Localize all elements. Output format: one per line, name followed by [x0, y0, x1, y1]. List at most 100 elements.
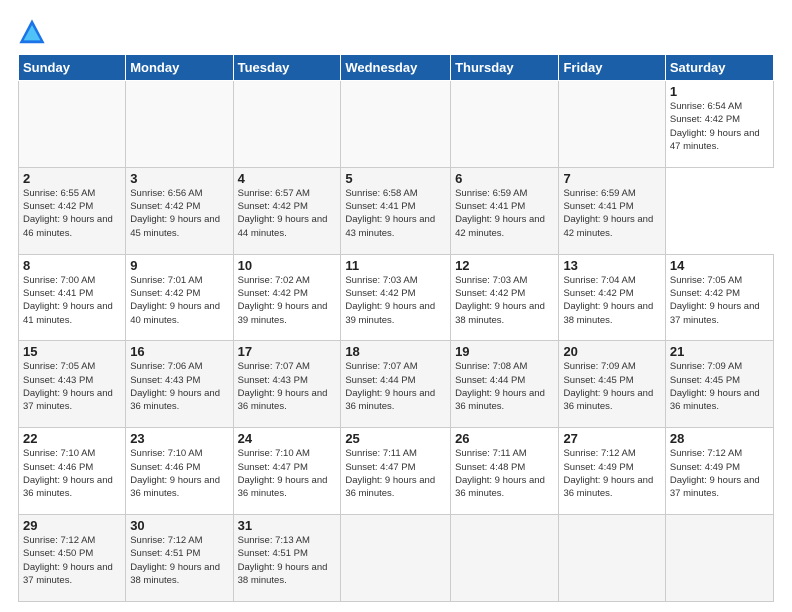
day-number: 17 — [238, 344, 337, 359]
day-info: Sunrise: 6:59 AMSunset: 4:41 PMDaylight:… — [563, 187, 660, 240]
day-cell-22: 22Sunrise: 7:10 AMSunset: 4:46 PMDayligh… — [19, 428, 126, 515]
day-number: 8 — [23, 258, 121, 273]
day-cell-19: 19Sunrise: 7:08 AMSunset: 4:44 PMDayligh… — [451, 341, 559, 428]
empty-cell — [126, 81, 233, 168]
col-header-monday: Monday — [126, 55, 233, 81]
day-cell-3: 3Sunrise: 6:56 AMSunset: 4:42 PMDaylight… — [126, 167, 233, 254]
day-info: Sunrise: 6:57 AMSunset: 4:42 PMDaylight:… — [238, 187, 337, 240]
day-cell-27: 27Sunrise: 7:12 AMSunset: 4:49 PMDayligh… — [559, 428, 665, 515]
day-cell-15: 15Sunrise: 7:05 AMSunset: 4:43 PMDayligh… — [19, 341, 126, 428]
day-info: Sunrise: 7:12 AMSunset: 4:49 PMDaylight:… — [670, 447, 769, 500]
empty-cell — [559, 81, 665, 168]
day-number: 20 — [563, 344, 660, 359]
empty-cell — [451, 81, 559, 168]
day-info: Sunrise: 7:05 AMSunset: 4:42 PMDaylight:… — [670, 274, 769, 327]
day-number: 11 — [345, 258, 446, 273]
day-number: 6 — [455, 171, 554, 186]
day-number: 7 — [563, 171, 660, 186]
day-number: 13 — [563, 258, 660, 273]
day-number: 10 — [238, 258, 337, 273]
day-number: 31 — [238, 518, 337, 533]
day-info: Sunrise: 7:12 AMSunset: 4:50 PMDaylight:… — [23, 534, 121, 587]
day-info: Sunrise: 6:56 AMSunset: 4:42 PMDaylight:… — [130, 187, 228, 240]
day-info: Sunrise: 7:10 AMSunset: 4:47 PMDaylight:… — [238, 447, 337, 500]
day-number: 26 — [455, 431, 554, 446]
day-number: 19 — [455, 344, 554, 359]
day-info: Sunrise: 7:11 AMSunset: 4:47 PMDaylight:… — [345, 447, 446, 500]
day-cell-25: 25Sunrise: 7:11 AMSunset: 4:47 PMDayligh… — [341, 428, 451, 515]
day-cell-17: 17Sunrise: 7:07 AMSunset: 4:43 PMDayligh… — [233, 341, 341, 428]
day-cell-26: 26Sunrise: 7:11 AMSunset: 4:48 PMDayligh… — [451, 428, 559, 515]
week-row-5: 29Sunrise: 7:12 AMSunset: 4:50 PMDayligh… — [19, 515, 774, 602]
day-number: 25 — [345, 431, 446, 446]
calendar-page: SundayMondayTuesdayWednesdayThursdayFrid… — [0, 0, 792, 612]
day-info: Sunrise: 7:06 AMSunset: 4:43 PMDaylight:… — [130, 360, 228, 413]
day-cell-10: 10Sunrise: 7:02 AMSunset: 4:42 PMDayligh… — [233, 254, 341, 341]
col-header-thursday: Thursday — [451, 55, 559, 81]
day-number: 2 — [23, 171, 121, 186]
day-info: Sunrise: 7:10 AMSunset: 4:46 PMDaylight:… — [23, 447, 121, 500]
day-info: Sunrise: 7:12 AMSunset: 4:51 PMDaylight:… — [130, 534, 228, 587]
day-cell-11: 11Sunrise: 7:03 AMSunset: 4:42 PMDayligh… — [341, 254, 451, 341]
day-info: Sunrise: 7:07 AMSunset: 4:44 PMDaylight:… — [345, 360, 446, 413]
calendar-table: SundayMondayTuesdayWednesdayThursdayFrid… — [18, 54, 774, 602]
day-info: Sunrise: 7:09 AMSunset: 4:45 PMDaylight:… — [563, 360, 660, 413]
col-header-saturday: Saturday — [665, 55, 773, 81]
day-number: 24 — [238, 431, 337, 446]
day-number: 3 — [130, 171, 228, 186]
empty-cell — [451, 515, 559, 602]
empty-cell — [233, 81, 341, 168]
header-row: SundayMondayTuesdayWednesdayThursdayFrid… — [19, 55, 774, 81]
day-number: 9 — [130, 258, 228, 273]
day-info: Sunrise: 7:04 AMSunset: 4:42 PMDaylight:… — [563, 274, 660, 327]
day-cell-12: 12Sunrise: 7:03 AMSunset: 4:42 PMDayligh… — [451, 254, 559, 341]
day-cell-18: 18Sunrise: 7:07 AMSunset: 4:44 PMDayligh… — [341, 341, 451, 428]
day-cell-28: 28Sunrise: 7:12 AMSunset: 4:49 PMDayligh… — [665, 428, 773, 515]
day-info: Sunrise: 7:00 AMSunset: 4:41 PMDaylight:… — [23, 274, 121, 327]
day-info: Sunrise: 7:05 AMSunset: 4:43 PMDaylight:… — [23, 360, 121, 413]
week-row-4: 22Sunrise: 7:10 AMSunset: 4:46 PMDayligh… — [19, 428, 774, 515]
empty-cell — [341, 81, 451, 168]
week-row-2: 8Sunrise: 7:00 AMSunset: 4:41 PMDaylight… — [19, 254, 774, 341]
day-number: 28 — [670, 431, 769, 446]
day-info: Sunrise: 7:09 AMSunset: 4:45 PMDaylight:… — [670, 360, 769, 413]
day-cell-21: 21Sunrise: 7:09 AMSunset: 4:45 PMDayligh… — [665, 341, 773, 428]
day-info: Sunrise: 7:13 AMSunset: 4:51 PMDaylight:… — [238, 534, 337, 587]
day-number: 12 — [455, 258, 554, 273]
day-number: 23 — [130, 431, 228, 446]
day-number: 30 — [130, 518, 228, 533]
day-cell-7: 7Sunrise: 6:59 AMSunset: 4:41 PMDaylight… — [559, 167, 665, 254]
day-info: Sunrise: 6:58 AMSunset: 4:41 PMDaylight:… — [345, 187, 446, 240]
day-cell-8: 8Sunrise: 7:00 AMSunset: 4:41 PMDaylight… — [19, 254, 126, 341]
day-info: Sunrise: 7:07 AMSunset: 4:43 PMDaylight:… — [238, 360, 337, 413]
day-cell-29: 29Sunrise: 7:12 AMSunset: 4:50 PMDayligh… — [19, 515, 126, 602]
week-row-3: 15Sunrise: 7:05 AMSunset: 4:43 PMDayligh… — [19, 341, 774, 428]
day-cell-1: 1Sunrise: 6:54 AMSunset: 4:42 PMDaylight… — [665, 81, 773, 168]
day-info: Sunrise: 7:02 AMSunset: 4:42 PMDaylight:… — [238, 274, 337, 327]
day-cell-6: 6Sunrise: 6:59 AMSunset: 4:41 PMDaylight… — [451, 167, 559, 254]
empty-cell — [341, 515, 451, 602]
day-number: 5 — [345, 171, 446, 186]
day-info: Sunrise: 6:54 AMSunset: 4:42 PMDaylight:… — [670, 100, 769, 153]
day-cell-20: 20Sunrise: 7:09 AMSunset: 4:45 PMDayligh… — [559, 341, 665, 428]
empty-cell — [665, 515, 773, 602]
col-header-tuesday: Tuesday — [233, 55, 341, 81]
day-number: 22 — [23, 431, 121, 446]
day-info: Sunrise: 7:03 AMSunset: 4:42 PMDaylight:… — [345, 274, 446, 327]
day-info: Sunrise: 7:03 AMSunset: 4:42 PMDaylight:… — [455, 274, 554, 327]
day-info: Sunrise: 7:08 AMSunset: 4:44 PMDaylight:… — [455, 360, 554, 413]
day-cell-24: 24Sunrise: 7:10 AMSunset: 4:47 PMDayligh… — [233, 428, 341, 515]
day-cell-31: 31Sunrise: 7:13 AMSunset: 4:51 PMDayligh… — [233, 515, 341, 602]
day-number: 16 — [130, 344, 228, 359]
day-number: 14 — [670, 258, 769, 273]
empty-cell — [559, 515, 665, 602]
col-header-sunday: Sunday — [19, 55, 126, 81]
day-cell-9: 9Sunrise: 7:01 AMSunset: 4:42 PMDaylight… — [126, 254, 233, 341]
day-cell-2: 2Sunrise: 6:55 AMSunset: 4:42 PMDaylight… — [19, 167, 126, 254]
day-cell-16: 16Sunrise: 7:06 AMSunset: 4:43 PMDayligh… — [126, 341, 233, 428]
logo — [18, 18, 50, 46]
day-number: 15 — [23, 344, 121, 359]
day-cell-5: 5Sunrise: 6:58 AMSunset: 4:41 PMDaylight… — [341, 167, 451, 254]
logo-icon — [18, 18, 46, 46]
day-info: Sunrise: 6:55 AMSunset: 4:42 PMDaylight:… — [23, 187, 121, 240]
